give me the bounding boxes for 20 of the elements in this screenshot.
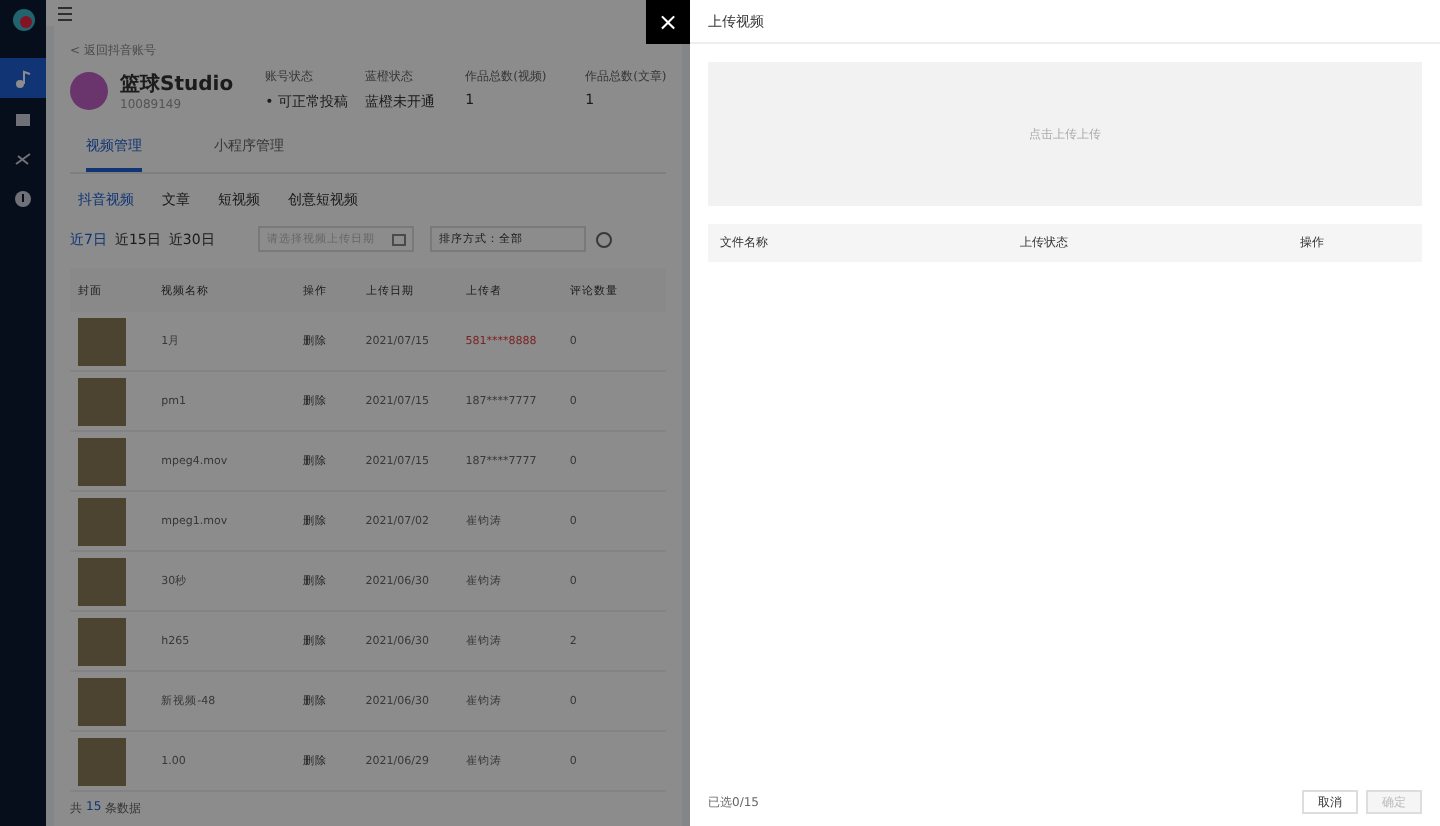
sidebar-item[interactable] xyxy=(0,58,46,98)
music-note-icon xyxy=(14,69,32,87)
cross-lines-icon xyxy=(14,149,32,167)
thumbnail-placeholder xyxy=(78,737,126,785)
thumbnail-placeholder xyxy=(78,497,126,545)
calendar-icon xyxy=(392,232,407,246)
menu-icon[interactable] xyxy=(58,5,72,21)
thumbnail-placeholder xyxy=(78,557,126,605)
info-icon xyxy=(14,189,32,207)
thumbnail-placeholder xyxy=(78,617,126,665)
refresh-icon[interactable] xyxy=(594,229,615,249)
thumbnail-placeholder xyxy=(78,677,126,725)
square-icon xyxy=(14,109,32,127)
thumbnail-placeholder xyxy=(78,317,126,365)
thumbnail-placeholder xyxy=(78,377,126,425)
thumbnail-placeholder xyxy=(78,437,126,485)
account-name: 篮球Studio xyxy=(120,71,234,97)
avatar xyxy=(70,71,108,109)
close-button[interactable]: × xyxy=(646,0,690,44)
logo-icon xyxy=(11,8,35,32)
